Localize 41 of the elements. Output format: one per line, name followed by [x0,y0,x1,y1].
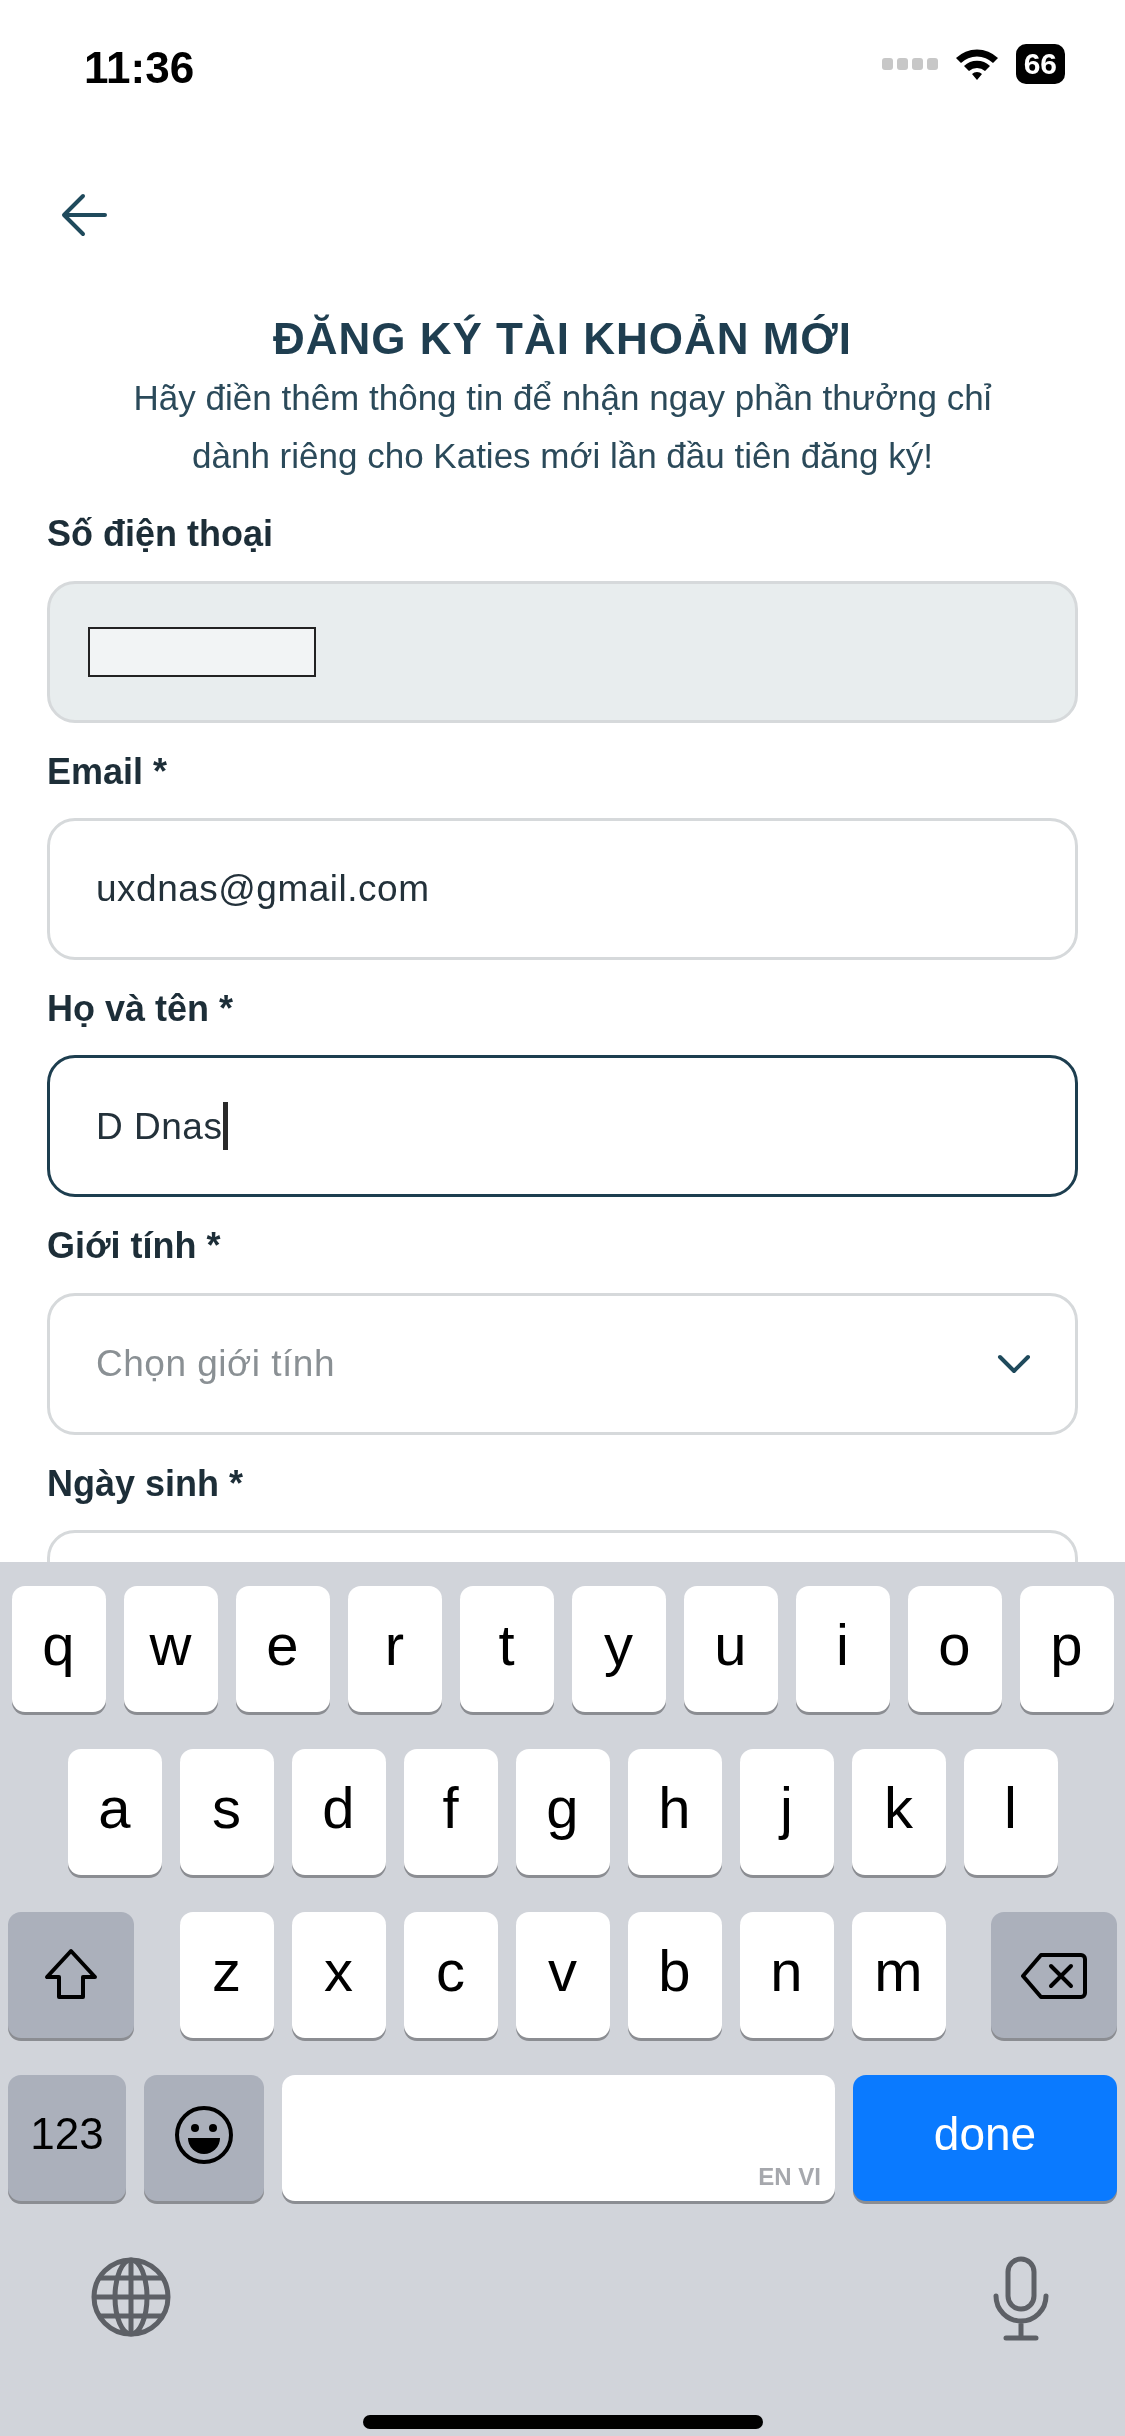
keyboard-key[interactable]: m [851,1912,946,2038]
keyboard-key[interactable]: y [571,1586,666,1712]
keyboard-key[interactable]: l [963,1749,1058,1875]
keyboard-key[interactable]: n [739,1912,834,2038]
keyboard-key[interactable]: x [291,1912,386,2038]
keyboard-key[interactable]: j [739,1749,834,1875]
keyboard-key[interactable]: w [123,1586,218,1712]
keyboard-key[interactable]: a [67,1749,162,1875]
keyboard-key[interactable]: r [347,1586,442,1712]
page-title: ĐĂNG KÝ TÀI KHOẢN MỚI [272,313,853,365]
input-field[interactable]: D Dnas [47,1055,1078,1198]
keyboard-key[interactable]: u [683,1586,778,1712]
keyboard-key[interactable]: i [795,1586,890,1712]
dropdown-placeholder: Chọn giới tính [96,1342,335,1386]
keyboard-key[interactable]: s [179,1749,274,1875]
keyboard-key[interactable]: t [459,1586,554,1712]
numbers-key[interactable]: 123 [8,2075,126,2201]
language-hint: EN VI [758,2165,821,2189]
keyboard-key[interactable]: z [179,1912,274,2038]
keyboard-key[interactable]: q [11,1586,106,1712]
keyboard-key[interactable]: h [627,1749,722,1875]
subtitle: Hãy điền thêm thông tin để nhận ngay phần thưởng chỉ dành riêng cho Katies mới lần đầu tiên đăng ký! [132,377,993,478]
field-label: Giới tính * [47,1225,221,1267]
battery-indicator: 66 [1015,44,1065,84]
keyboard-key[interactable]: d [291,1749,386,1875]
keyboard-key[interactable]: o [907,1586,1002,1712]
keyboard-key[interactable]: c [403,1912,498,2038]
field-label: Ngày sinh * [47,1462,244,1505]
keyboard-key[interactable]: b [627,1912,722,2038]
keyboard-key[interactable]: v [515,1912,610,2038]
keyboard-key[interactable]: f [403,1749,498,1875]
field-label: Số điện thoại [47,513,273,555]
keyboard-key[interactable]: e [235,1586,330,1712]
status-time: 11:36 [84,44,195,93]
input-field[interactable]: uxdnas@gmail.com [47,817,1078,960]
keyboard-key[interactable]: g [515,1749,610,1875]
field-label: Email * [47,750,168,792]
done-key[interactable]: done [853,2075,1117,2201]
keyboard-key[interactable]: k [851,1749,946,1875]
field-label: Họ và tên * [47,987,234,1030]
keyboard-key[interactable]: p [1019,1586,1114,1712]
